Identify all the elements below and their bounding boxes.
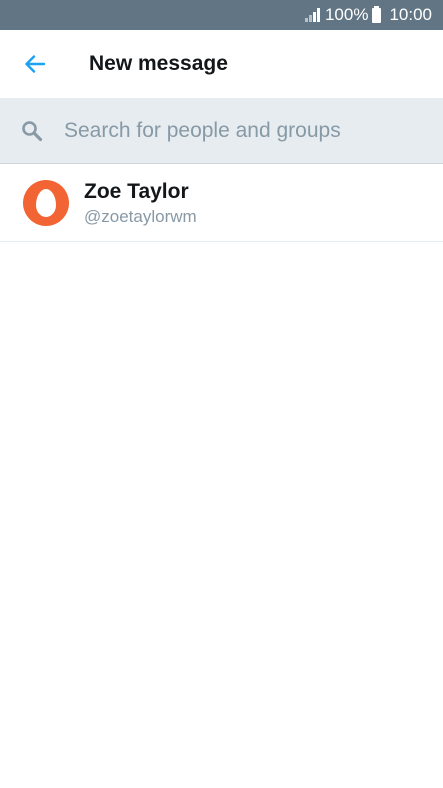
avatar [23,180,69,226]
battery-icon [372,5,382,23]
signal-icon [304,8,320,22]
list-item[interactable]: Zoe Taylor @zoetaylorwm [0,165,443,242]
search-icon [0,98,64,164]
user-info: Zoe Taylor @zoetaylorwm [84,179,197,228]
search-input[interactable] [64,97,443,164]
search-bar [0,97,443,164]
battery-percent: 100% [324,5,369,24]
status-bar: 100% 10:00 [0,0,443,30]
user-name: Zoe Taylor [84,179,189,203]
arrow-left-icon [25,55,46,73]
user-handle: @zoetaylorwm [84,206,197,226]
back-button[interactable] [0,30,70,98]
default-egg-avatar-icon [36,189,56,217]
page-title: New message [89,52,228,75]
toolbar: New message [0,30,443,98]
clock: 10:00 [389,5,432,24]
